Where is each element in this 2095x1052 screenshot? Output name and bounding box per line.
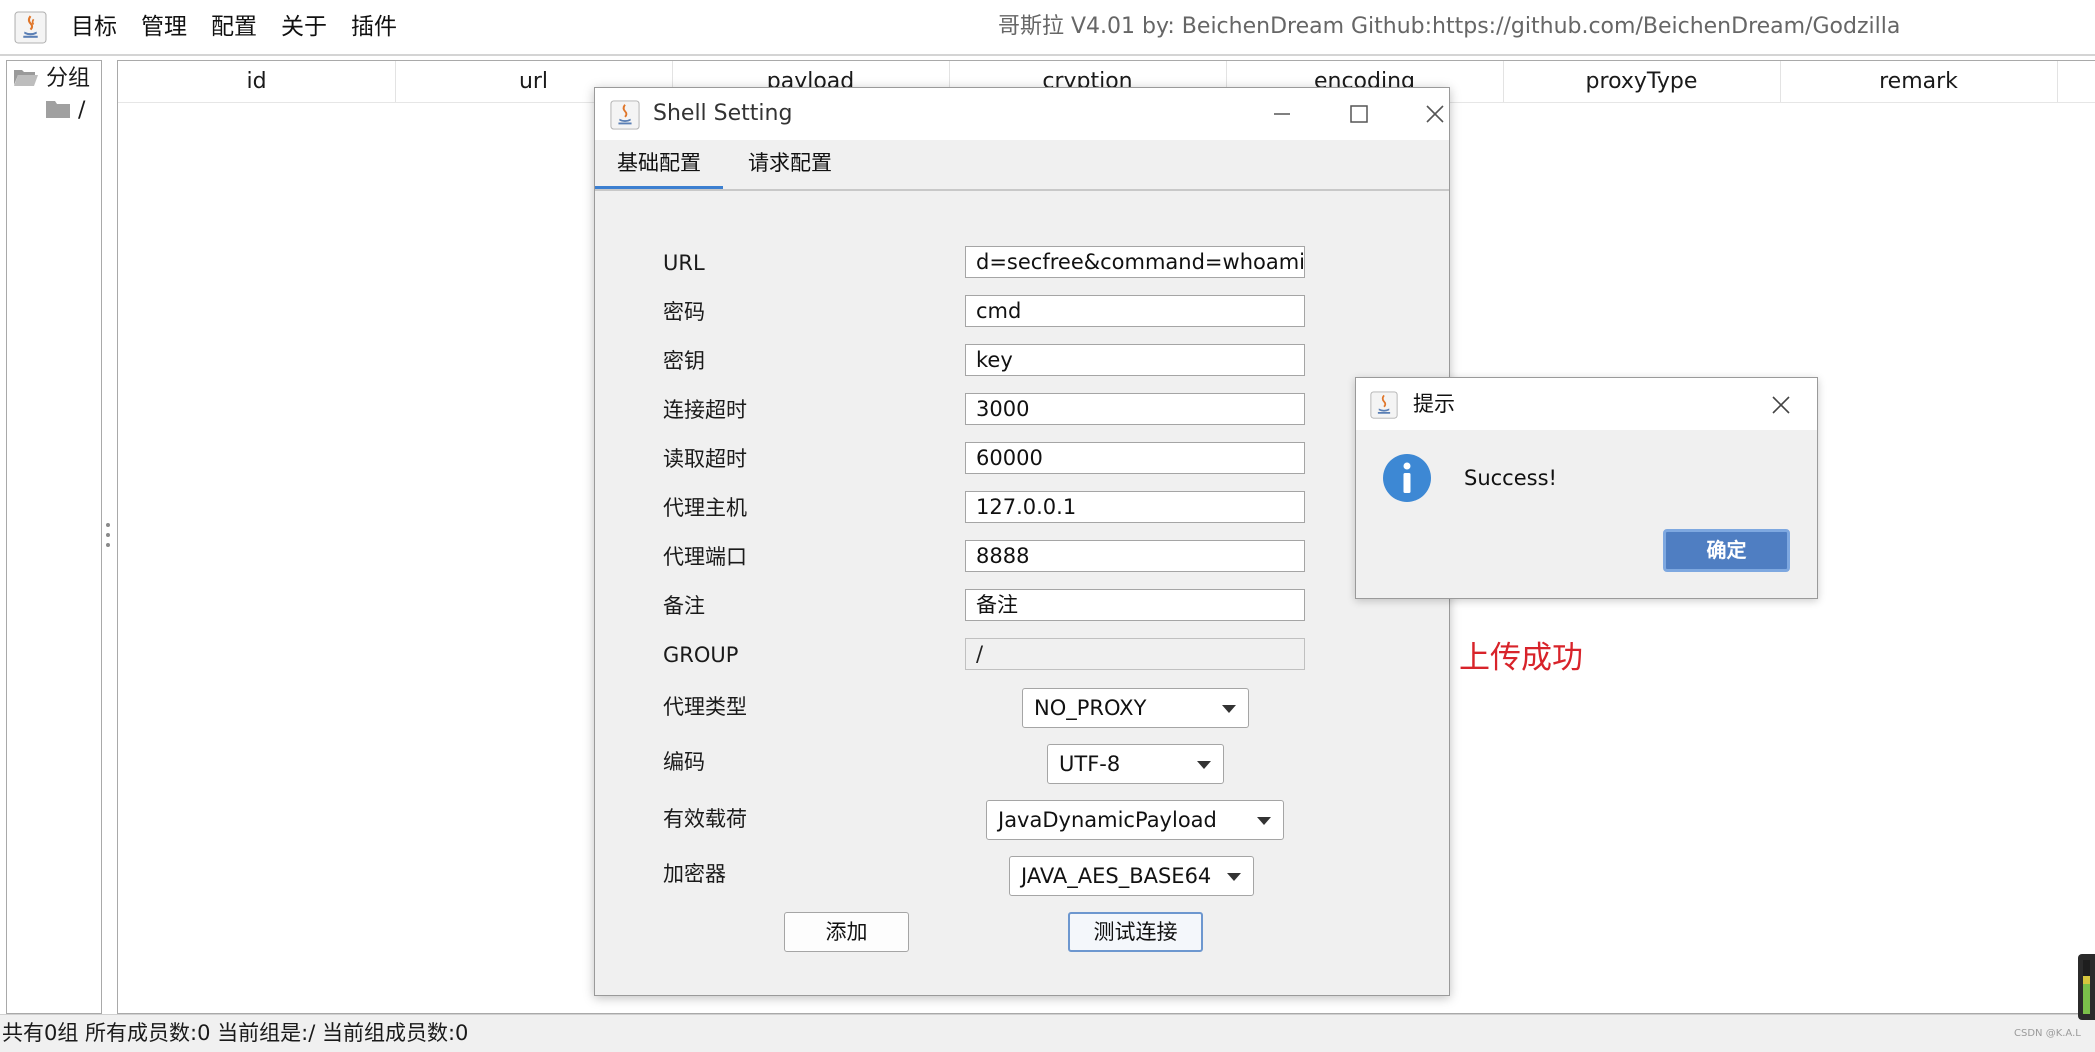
chevron-down-icon	[1197, 761, 1211, 769]
url-label: URL	[663, 251, 705, 275]
statusbar: 共有0组 所有成员数:0 当前组是:/ 当前组成员数:0	[0, 1014, 2095, 1052]
column-header-id[interactable]: id	[118, 61, 396, 102]
minimize-icon[interactable]	[1255, 96, 1307, 132]
payload-select[interactable]: JavaDynamicPayload	[986, 800, 1284, 840]
close-icon[interactable]	[1409, 96, 1461, 132]
chevron-down-icon	[1227, 873, 1241, 881]
group-input: /	[965, 638, 1305, 670]
dialog-titlebar[interactable]: Shell Setting	[595, 88, 1449, 140]
open-folder-icon	[14, 70, 38, 86]
key-input[interactable]: key	[965, 344, 1305, 376]
test-connection-button[interactable]: 测试连接	[1068, 912, 1203, 952]
proxy-type-select[interactable]: NO_PROXY	[1022, 688, 1249, 728]
message-dialog-titlebar[interactable]: 提示	[1356, 378, 1817, 430]
message-text: Success!	[1464, 466, 1557, 490]
tree-root[interactable]: 分组	[13, 65, 90, 93]
tab-basic-config[interactable]: 基础配置	[595, 140, 723, 190]
read-timeout-input[interactable]: 60000	[965, 442, 1305, 474]
splitter-handle[interactable]	[105, 522, 111, 548]
menu-plugins[interactable]: 插件	[351, 12, 397, 42]
shell-setting-dialog: Shell Setting 基础配置 请求配置 URL d=secfree&co…	[594, 87, 1450, 996]
proxy-host-input[interactable]: 127.0.0.1	[965, 491, 1305, 523]
payload-value: JavaDynamicPayload	[998, 808, 1217, 832]
add-button[interactable]: 添加	[784, 912, 909, 952]
cryption-select[interactable]: JAVA_AES_BASE64	[1009, 856, 1254, 896]
password-label: 密码	[663, 300, 705, 324]
cryption-value: JAVA_AES_BASE64	[1021, 864, 1212, 888]
tab-request-config[interactable]: 请求配置	[725, 140, 855, 186]
remark-label: 备注	[663, 594, 705, 618]
info-icon	[1383, 454, 1431, 502]
menubar: 目标 管理 配置 关于 插件 哥斯拉 V4.01 by: BeichenDrea…	[0, 0, 2095, 56]
chevron-down-icon	[1257, 817, 1271, 825]
upload-success-annotation: 上传成功	[1459, 640, 1583, 676]
proxy-port-input[interactable]: 8888	[965, 540, 1305, 572]
connect-timeout-input[interactable]: 3000	[965, 393, 1305, 425]
tree-child[interactable]: /	[45, 97, 85, 125]
level-meter-icon	[2083, 960, 2090, 1014]
column-header-remark[interactable]: remark	[1780, 61, 2058, 102]
proxy-type-value: NO_PROXY	[1034, 696, 1147, 720]
proxy-host-label: 代理主机	[663, 496, 747, 520]
message-dialog-title: 提示	[1413, 392, 1455, 416]
key-label: 密钥	[663, 349, 705, 373]
menu-config[interactable]: 配置	[211, 12, 257, 42]
group-label: GROUP	[663, 643, 739, 667]
tree-root-label: 分组	[46, 66, 91, 91]
connect-timeout-label: 连接超时	[663, 398, 747, 422]
group-tree[interactable]: 分组 /	[6, 60, 102, 1014]
proxy-type-label: 代理类型	[663, 695, 747, 719]
encoding-value: UTF-8	[1059, 752, 1121, 776]
close-icon[interactable]	[1764, 388, 1798, 422]
read-timeout-label: 读取超时	[663, 447, 747, 471]
watermark-text: CSDN @K.A.L	[2014, 1028, 2081, 1039]
java-app-icon	[1370, 391, 1398, 419]
password-input[interactable]: cmd	[965, 295, 1305, 327]
url-input[interactable]: d=secfree&command=whoami	[965, 246, 1305, 278]
column-header-proxytype[interactable]: proxyType	[1503, 61, 1781, 102]
menu-about[interactable]: 关于	[281, 12, 327, 42]
menu-manage[interactable]: 管理	[141, 12, 187, 42]
maximize-icon[interactable]	[1332, 96, 1384, 132]
message-dialog: 提示 Success! 确定	[1355, 377, 1818, 599]
ok-button[interactable]: 确定	[1663, 529, 1790, 572]
java-app-icon	[14, 11, 47, 44]
java-app-icon	[610, 100, 640, 130]
dialog-title: Shell Setting	[653, 101, 793, 126]
remark-input[interactable]: 备注	[965, 589, 1305, 621]
proxy-port-label: 代理端口	[663, 545, 747, 569]
encoding-label: 编码	[663, 750, 705, 774]
app-title: 哥斯拉 V4.01 by: BeichenDream Github:https:…	[998, 14, 1901, 39]
tab-divider	[595, 189, 1449, 191]
tree-child-label: /	[78, 98, 86, 123]
side-widget	[2078, 954, 2095, 1020]
encoding-select[interactable]: UTF-8	[1047, 744, 1224, 784]
cryption-label: 加密器	[663, 862, 726, 886]
folder-icon	[46, 101, 70, 118]
payload-label: 有效载荷	[663, 807, 747, 831]
chevron-down-icon	[1222, 705, 1236, 713]
status-text: 共有0组 所有成员数:0 当前组是:/ 当前组成员数:0	[2, 1021, 469, 1045]
menu-target[interactable]: 目标	[71, 12, 117, 42]
